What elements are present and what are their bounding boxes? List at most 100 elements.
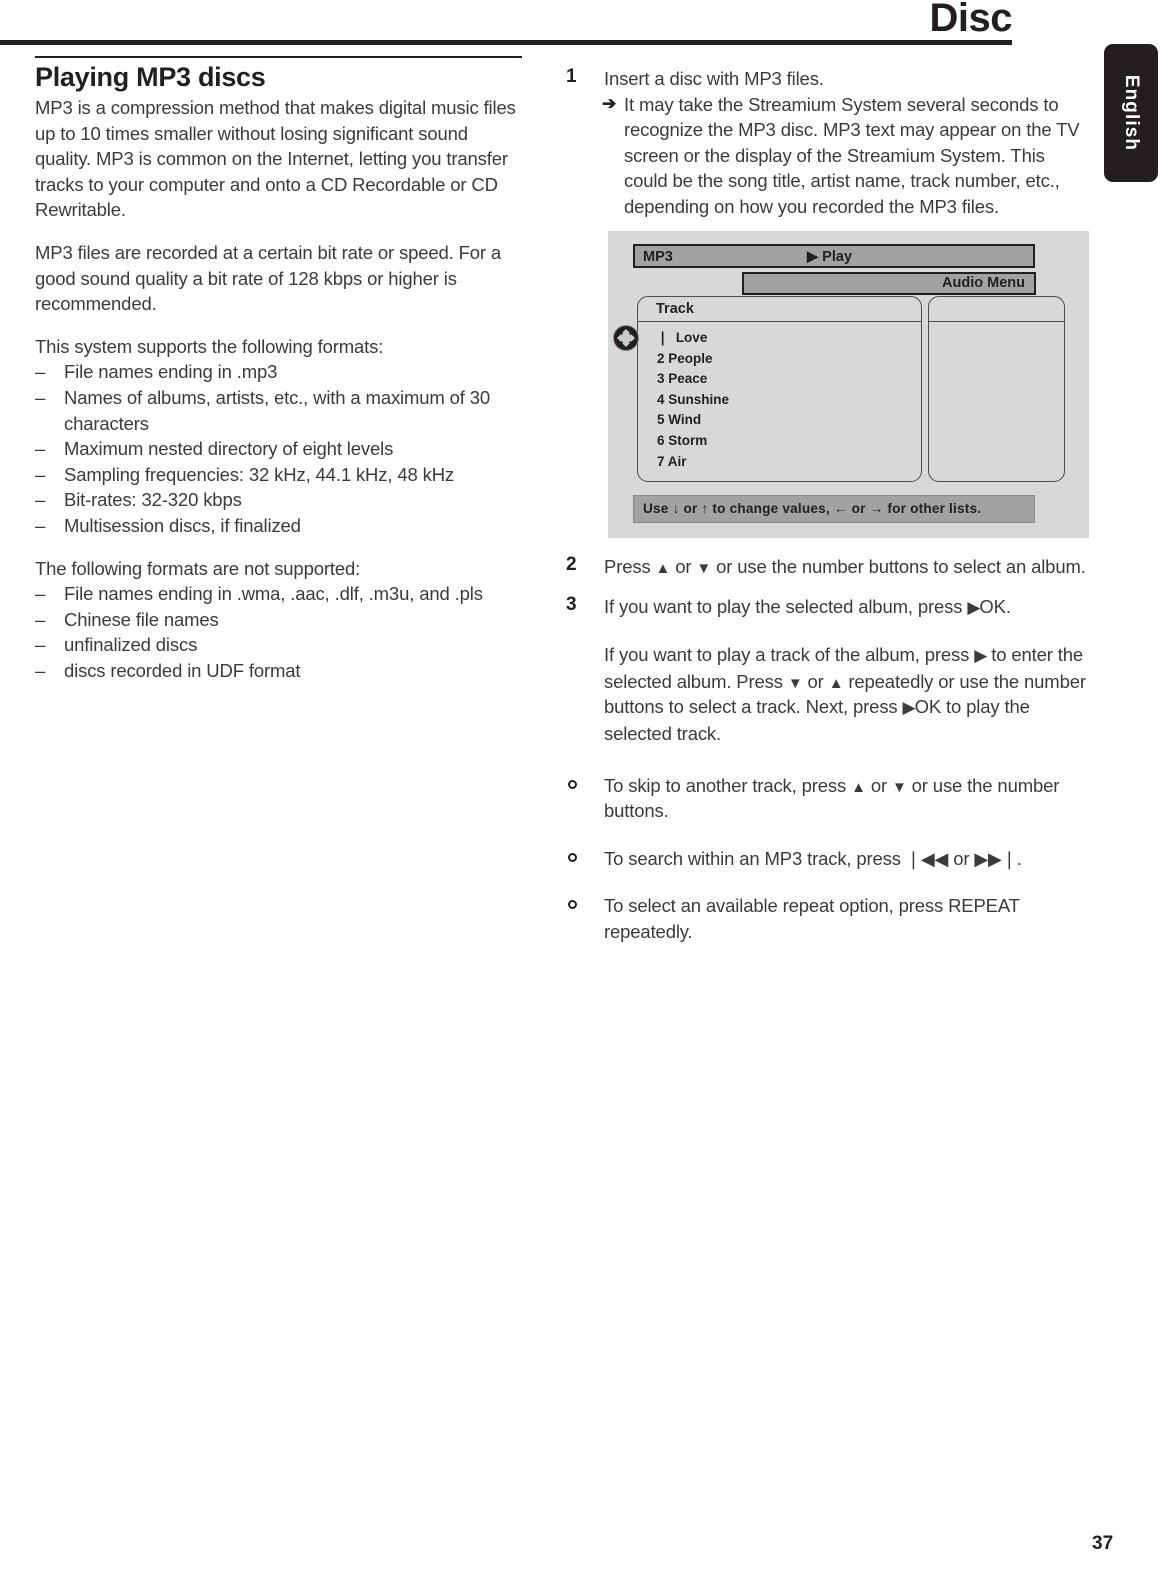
dash-marker: – [35, 608, 46, 630]
right-column-lower: 2 Press ▲ or ▼ or use the number buttons… [566, 554, 1086, 945]
navigation-joystick-icon [613, 325, 639, 351]
list-item: – Maximum nested directory of eight level… [35, 436, 525, 462]
step-1-result: ➔ It may take the Streamium System severa… [602, 92, 1086, 220]
mockup-audio-menu-bar[interactable]: Audio Menu [742, 272, 1036, 295]
step-number: 3 [566, 593, 577, 615]
list-item[interactable]: 5 Wind [638, 410, 921, 431]
dash-marker: – [35, 634, 46, 656]
step-3-p2-c: or [802, 670, 829, 692]
bullet-1-c: . [1016, 847, 1022, 869]
section-title: Playing MP3 discs [35, 62, 266, 92]
circle-bullet-icon [568, 779, 577, 789]
header-divider [0, 40, 1012, 45]
mockup-detail-panel [928, 296, 1065, 482]
list-item-label: Chinese file names [64, 608, 219, 630]
bitrate-paragraph: MP3 files are recorded at a certain bit … [35, 242, 502, 315]
page-number: 37 [1092, 1533, 1114, 1554]
triangle-down-icon [622, 343, 630, 347]
list-item-label: Names of albums, artists, etc., with a m… [64, 386, 491, 434]
list-item-label: File names ending in .mp3 [64, 361, 278, 383]
triangle-down-icon: ▼ [891, 778, 907, 796]
supported-formats-list: – File names ending in .mp3 – Names of alb… [35, 359, 525, 538]
dash-marker: – [35, 438, 46, 460]
triangle-up-icon: ▲ [655, 560, 671, 577]
mockup-track-panel: Track ❘ Love 2 People 3 Peace 4 Sunshine… [637, 296, 922, 482]
step-3-line1: If you want to play the selected album, … [604, 594, 1086, 621]
joystick-center-icon [620, 332, 632, 344]
list-item: – Multisession discs, if finalized [35, 513, 525, 539]
step-2: 2 Press ▲ or ▼ or use the number buttons… [566, 554, 1086, 580]
language-tab: English [1104, 44, 1158, 182]
left-column: Playing MP3 discs MP3 is a compression m… [35, 56, 525, 701]
list-item[interactable]: 6 Storm [638, 431, 921, 452]
list-item[interactable]: 4 Sunshine [638, 390, 921, 411]
language-tab-label: English [1121, 74, 1142, 152]
step-1-result-text: It may take the Streamium System several… [624, 93, 1080, 217]
list-item: – Sampling frequencies: 32 kHz, 44.1 kHz,… [35, 462, 525, 488]
mockup-track-list: ❘ Love 2 People 3 Peace 4 Sunshine 5 Win… [638, 322, 921, 472]
play-icon: ▶ [974, 646, 987, 666]
list-item-label: unfinalized discs [64, 634, 198, 656]
list-item[interactable]: 2 People [638, 349, 921, 370]
circle-bullet-icon [568, 852, 577, 862]
section-title-rule [35, 56, 522, 58]
step-1-text: Insert a disc with MP3 files. [604, 68, 824, 89]
bullet-0-a: To skip to another track, press [604, 774, 852, 796]
page-title: Disc [929, 0, 1013, 40]
arrow-right-icon: ➔ [602, 93, 617, 113]
supported-formats-heading: This system supports the following forma… [35, 335, 384, 357]
unsupported-formats-list: – File names ending in .wma, .aac, .dlf, … [35, 581, 525, 683]
intro-paragraph: MP3 is a compression method that makes d… [35, 97, 516, 221]
mockup-source-label: MP3 [643, 249, 673, 265]
step-number: 1 [566, 66, 577, 87]
list-item[interactable]: 3 Peace [638, 369, 921, 390]
mockup-track-panel-header: Track [638, 297, 921, 322]
mockup-hint-label: Use ↓ or ↑ to change values, ← or → for … [643, 501, 982, 516]
mp3-screen-mockup: MP3 ▶ Play Audio Menu Track ❘ Love 2 Peo… [608, 231, 1089, 538]
bullet-1-a: To search within an MP3 track, press [604, 847, 906, 869]
list-item[interactable]: 7 Air [638, 452, 921, 473]
bullet-repeat-option-text: To select an available repeat option, pr… [604, 895, 1020, 942]
list-item: – Names of albums, artists, etc., with a … [35, 385, 525, 436]
triangle-up-icon: ▲ [828, 674, 844, 692]
triangle-up-icon: ▲ [851, 778, 866, 796]
dash-marker: – [35, 514, 46, 536]
mockup-hint-bar: Use ↓ or ↑ to change values, ← or → for … [633, 495, 1035, 523]
triangle-down-icon: ▼ [696, 560, 712, 577]
list-item: – unfinalized discs [35, 632, 525, 658]
unsupported-formats-heading: The following formats are not supported: [35, 557, 361, 579]
list-item-label: Multisession discs, if finalized [64, 514, 301, 536]
list-item: – Chinese file names [35, 607, 525, 633]
bullet-0-b: or [865, 774, 892, 796]
dash-marker: – [35, 489, 46, 511]
rewind-icon: ❘◀◀ [905, 848, 949, 869]
dash-marker: – [35, 361, 46, 383]
step-3-line1-a: If you want to play the selected album, … [604, 595, 968, 617]
list-item-label: Bit-rates: 32-320 kbps [64, 489, 242, 511]
bullet-skip-track-text: To skip to another track, press ▲ or ▼ o… [604, 773, 1086, 824]
mockup-play-label: ▶ Play [807, 249, 853, 265]
triangle-down-icon: ▼ [787, 674, 803, 692]
step-3: 3 If you want to play the selected album… [566, 594, 1086, 747]
step-2-text: Press ▲ or ▼ or use the number buttons t… [604, 554, 1086, 580]
step-3-paragraph-2: If you want to play a track of the album… [604, 642, 1086, 746]
bullet-repeat-option: To select an available repeat option, pr… [566, 893, 1086, 944]
list-item-label: discs recorded in UDF format [64, 659, 301, 681]
dash-marker: – [35, 463, 46, 485]
bullet-1-b: or [948, 847, 975, 869]
mockup-detail-panel-header [929, 297, 1064, 322]
list-item[interactable]: ❘ Love [638, 328, 921, 349]
bullet-skip-track: To skip to another track, press ▲ or ▼ o… [566, 773, 1086, 824]
triangle-right-icon [631, 334, 635, 342]
list-item: – File names ending in .wma, .aac, .dlf, … [35, 581, 525, 607]
mockup-track-panel-title: Track [656, 301, 694, 317]
step-2-text-c: or use the number buttons to select an a… [711, 556, 1086, 577]
fast-forward-icon: ▶▶❘ [974, 848, 1017, 869]
bullet-search-track: To search within an MP3 track, press ❘◀◀… [566, 846, 1086, 872]
play-icon: ▶ [967, 597, 980, 617]
list-item: – File names ending in .mp3 [35, 359, 525, 385]
list-item: – discs recorded in UDF format [35, 658, 525, 684]
